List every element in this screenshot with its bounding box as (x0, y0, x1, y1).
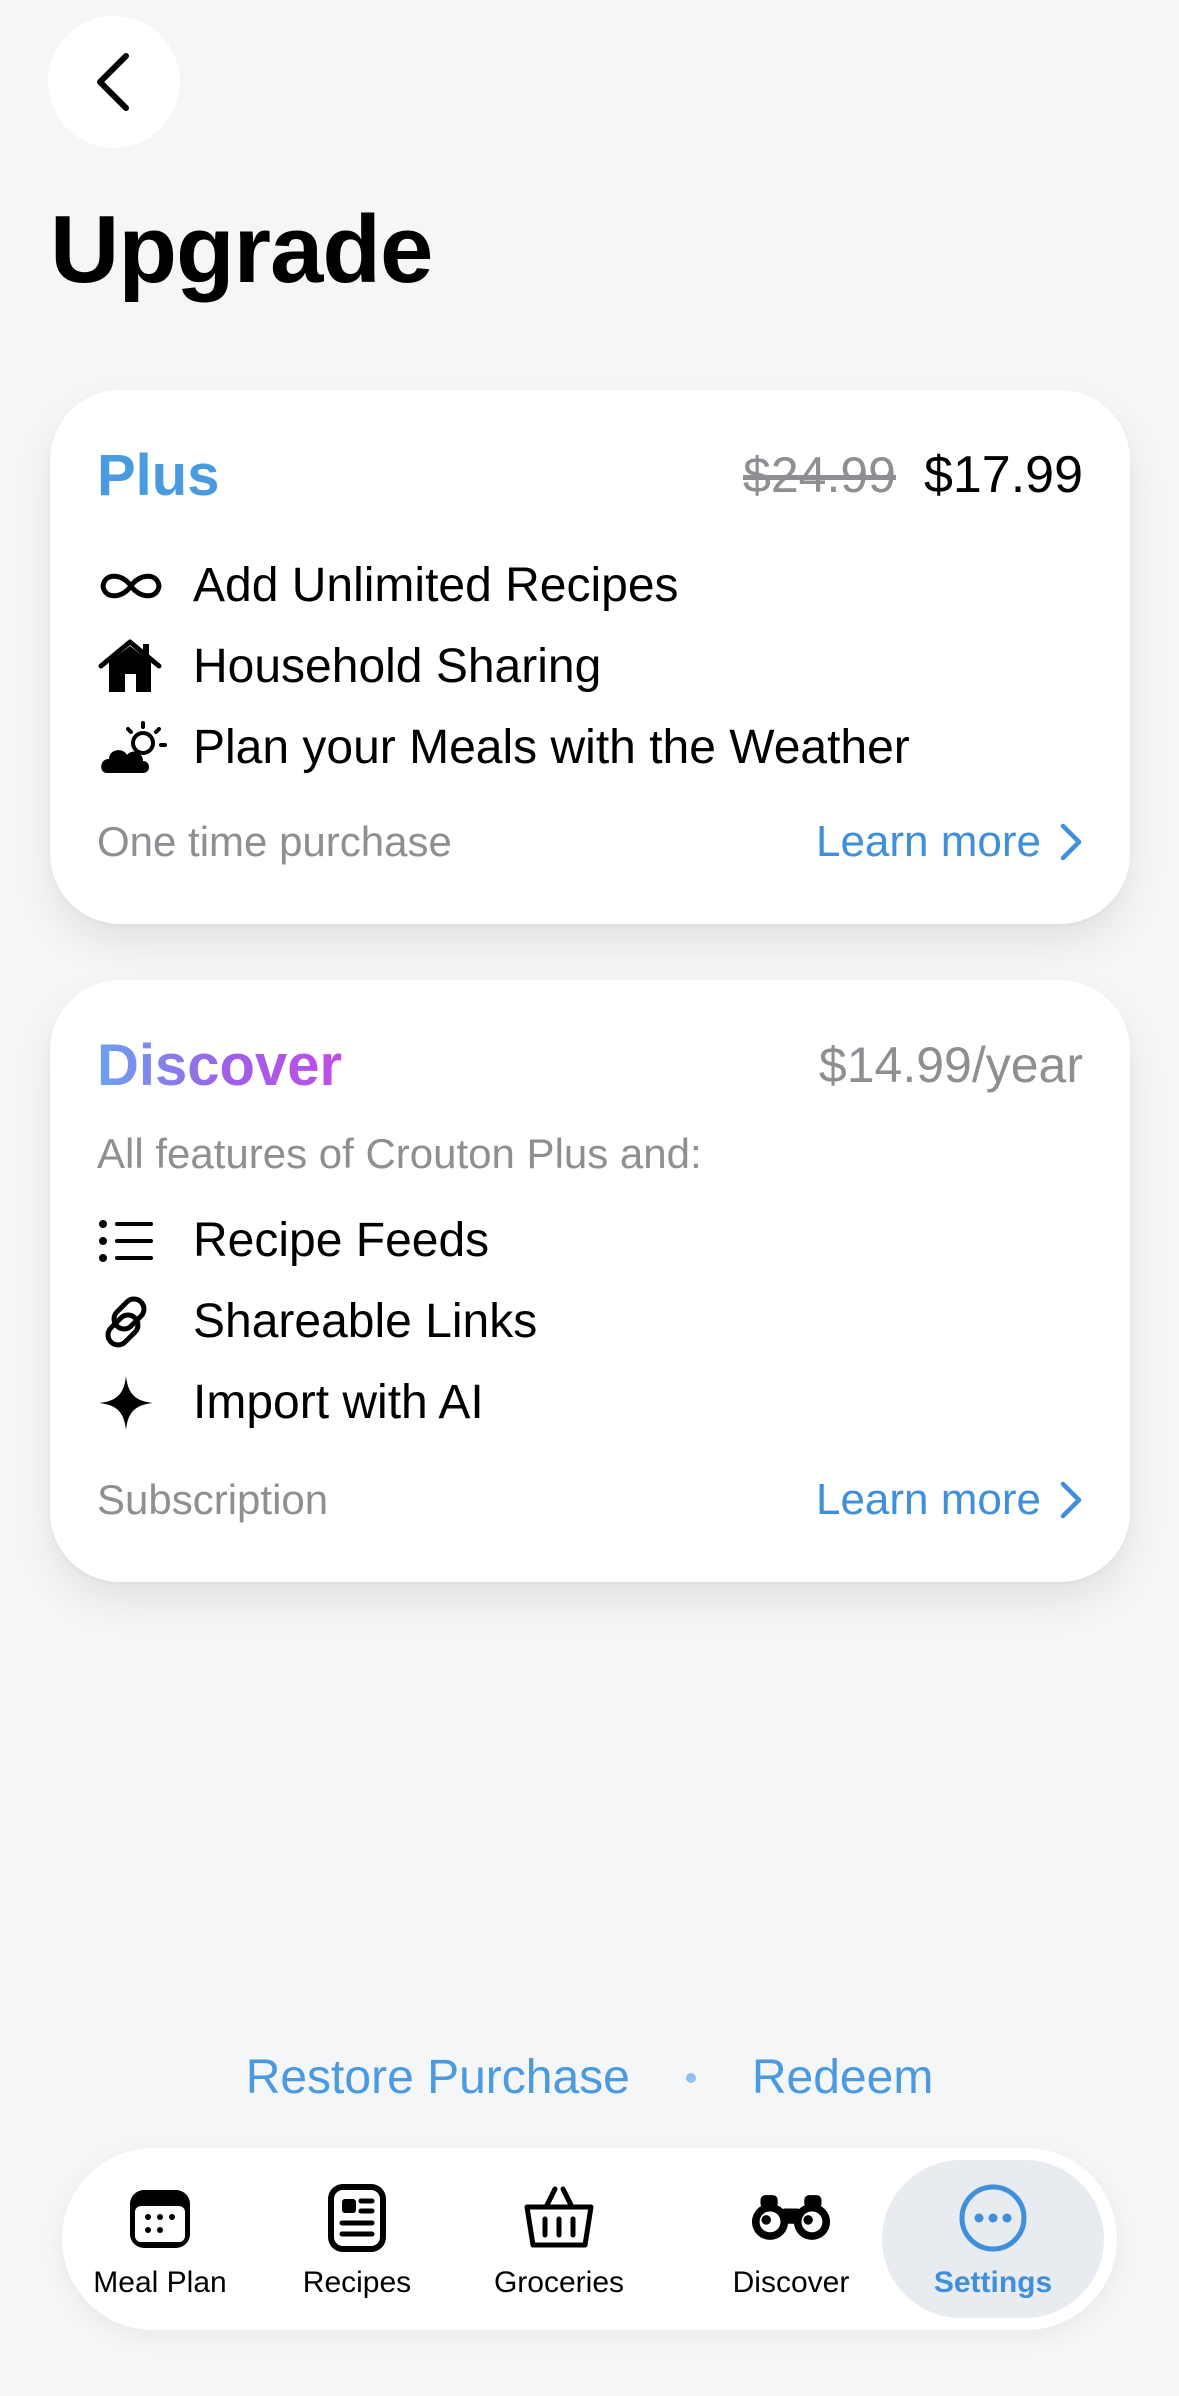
purchase-links: Restore Purchase Redeem (0, 2050, 1179, 2105)
feature-label: Add Unlimited Recipes (193, 559, 679, 612)
chevron-right-icon (1060, 1481, 1082, 1519)
calendar-icon (120, 2178, 200, 2258)
feature-label: Plan your Meals with the Weather (193, 721, 910, 774)
separator-dot (685, 2072, 696, 2083)
feature-item: Import with AI (97, 1362, 1083, 1443)
tab-label: Meal Plan (93, 2266, 227, 2299)
tab-groceries[interactable]: Groceries (480, 2160, 638, 2318)
tab-discover[interactable]: Discover (722, 2160, 860, 2318)
binoculars-icon (751, 2178, 831, 2258)
learn-more-label: Learn more (815, 817, 1041, 866)
feature-item: Plan your Meals with the Weather (97, 707, 1083, 788)
chevron-left-icon (97, 53, 129, 111)
sparkle-icon (97, 1373, 171, 1433)
ellipsis-circle-icon (953, 2178, 1033, 2258)
discover-plan-card[interactable]: Discover $14.99/year All features of Cro… (50, 980, 1130, 1582)
sale-price: $17.99 (923, 446, 1083, 504)
feature-item: Recipe Feeds (97, 1200, 1083, 1281)
restore-purchase-link[interactable]: Restore Purchase (246, 2050, 630, 2105)
feature-label: Import with AI (193, 1376, 484, 1429)
learn-more-link[interactable]: Learn more (816, 817, 1083, 867)
learn-more-link[interactable]: Learn more (816, 1475, 1083, 1525)
feature-label: Shareable Links (193, 1295, 538, 1348)
feature-item: Add Unlimited Recipes (97, 545, 1083, 626)
plan-name: Discover (97, 1032, 343, 1098)
tab-label: Discover (732, 2266, 850, 2299)
back-button[interactable] (48, 16, 180, 148)
link-icon (97, 1292, 171, 1352)
recipe-book-icon (317, 2178, 397, 2258)
plan-name: Plus (97, 442, 220, 508)
basket-icon (519, 2178, 599, 2258)
tab-meal-plan[interactable]: Meal Plan (84, 2160, 236, 2318)
list-icon (97, 1211, 171, 1271)
tab-label: Settings (933, 2266, 1053, 2299)
feature-label: Recipe Feeds (193, 1214, 490, 1267)
tab-label: Groceries (493, 2266, 625, 2299)
purchase-type: Subscription (97, 1476, 329, 1523)
plan-subtitle: All features of Crouton Plus and: (97, 1130, 702, 1177)
infinity-icon (97, 556, 171, 616)
house-icon (97, 637, 171, 697)
cloud-sun-icon (97, 718, 171, 778)
tab-label: Recipes (302, 2266, 412, 2299)
chevron-right-icon (1060, 823, 1082, 861)
feature-label: Household Sharing (193, 640, 602, 693)
yearly-price: $14.99/year (818, 1037, 1083, 1093)
plus-plan-card[interactable]: Plus $24.99 $17.99 Add Unlimited Recipes (50, 390, 1130, 924)
original-price: $24.99 (743, 447, 896, 503)
page-title: Upgrade (50, 196, 433, 303)
feature-item: Household Sharing (97, 626, 1083, 707)
redeem-link[interactable]: Redeem (752, 2050, 933, 2105)
tab-recipes[interactable]: Recipes (292, 2160, 422, 2318)
tab-bar: Meal Plan Recipes Groceries Discover Set… (62, 2148, 1117, 2330)
learn-more-label: Learn more (815, 1475, 1041, 1524)
tab-settings[interactable]: Settings (882, 2160, 1104, 2318)
purchase-type: One time purchase (97, 818, 452, 865)
feature-item: Shareable Links (97, 1281, 1083, 1362)
